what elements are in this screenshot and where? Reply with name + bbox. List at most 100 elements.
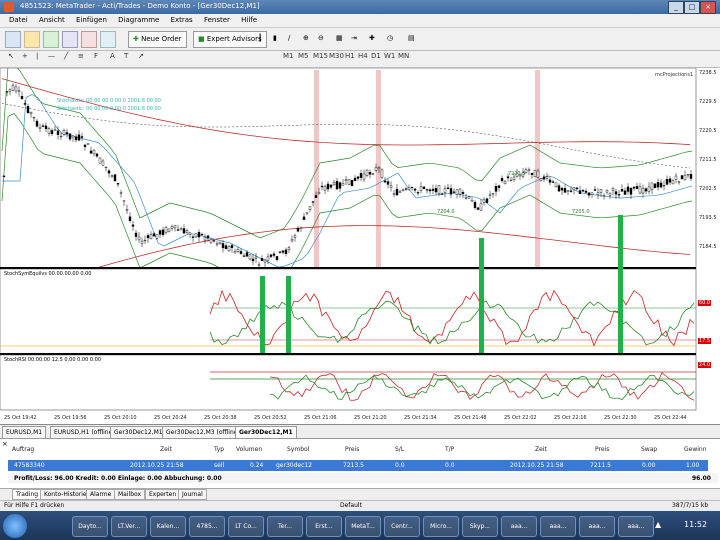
taskbar-item[interactable]: aaa... xyxy=(501,516,537,537)
start-button[interactable] xyxy=(3,514,27,538)
menu-charts[interactable]: Diagramme xyxy=(118,14,159,27)
new-order-button[interactable]: ✚ Neue Order xyxy=(128,31,187,48)
col-profit[interactable]: Gewinn xyxy=(684,446,707,453)
minimize-button[interactable]: _ xyxy=(668,1,684,14)
maximize-button[interactable]: □ xyxy=(684,1,700,14)
col-time2[interactable]: Zeit xyxy=(535,446,547,453)
fibonacci-icon[interactable]: F xyxy=(94,52,98,60)
arrow-icon[interactable]: ↗ xyxy=(138,52,144,60)
col-symbol[interactable]: Symbol xyxy=(287,446,309,453)
taskbar-item[interactable]: aaa... xyxy=(540,516,576,537)
tf-h1[interactable]: H1 xyxy=(345,52,355,60)
candle-body xyxy=(494,185,498,192)
menu-help[interactable]: Hilfe xyxy=(241,14,257,27)
time-axis-label: 25 Oct 22:16 xyxy=(554,415,587,421)
col-sl[interactable]: S/L xyxy=(395,446,404,453)
candle-body xyxy=(137,236,141,241)
terminal-icon[interactable] xyxy=(100,31,116,48)
taskbar-item[interactable]: Erst... xyxy=(306,516,342,537)
taskbar-item[interactable]: Centr... xyxy=(384,516,420,537)
candle-body xyxy=(293,235,297,238)
candle-body xyxy=(545,176,549,179)
taskbar-item[interactable]: LT Co... xyxy=(228,516,264,537)
menu-view[interactable]: Ansicht xyxy=(39,14,65,27)
taskbar-item[interactable]: MetaT... xyxy=(345,516,381,537)
tf-m5[interactable]: M5 xyxy=(298,52,309,60)
order-sl: 0.0 xyxy=(395,462,405,469)
crosshair-icon[interactable]: + xyxy=(22,52,28,60)
tf-h4[interactable]: H4 xyxy=(358,52,368,60)
taskbar-item[interactable]: Ter... xyxy=(267,516,303,537)
autoscroll-icon[interactable]: ⇥ xyxy=(351,31,363,46)
expert-advisors-button[interactable]: ■ Expert Advisors xyxy=(193,31,267,48)
tab-account-history[interactable]: Konto-Historie xyxy=(40,489,91,500)
close-button[interactable]: × xyxy=(700,1,716,14)
zoom-in-icon[interactable]: ⊕ xyxy=(303,31,315,46)
tile-icon[interactable]: ▦ xyxy=(336,31,348,46)
col-price2[interactable]: Preis xyxy=(595,446,609,453)
taskbar-item[interactable]: aaa... xyxy=(579,516,615,537)
tray-network-icon[interactable]: ▲ xyxy=(655,520,661,529)
tab-journal[interactable]: Journal xyxy=(178,489,207,500)
bar-chart-icon[interactable]: ┃ xyxy=(258,31,270,46)
data-window-icon[interactable] xyxy=(62,31,78,48)
market-watch-icon[interactable] xyxy=(43,31,59,48)
terminal-close-icon[interactable]: × xyxy=(2,440,8,448)
candle-body xyxy=(41,125,45,127)
taskbar-item[interactable]: Micro... xyxy=(423,516,459,537)
chart-window[interactable]: 7238.5 7229.5 7220.5 7211.5 7202.5 7193.5 7184… xyxy=(0,63,720,423)
cursor-icon[interactable]: ↖ xyxy=(8,52,14,60)
menu-tools[interactable]: Extras xyxy=(171,14,193,27)
balance-summary: Profit/Loss: 96.00 Kredit: 0.00 Einlage:… xyxy=(14,475,222,482)
tab-trading[interactable]: Trading xyxy=(12,489,43,500)
menu-insert[interactable]: Einfügen xyxy=(76,14,107,27)
candle-body xyxy=(455,189,459,195)
col-price[interactable]: Preis xyxy=(345,446,359,453)
text-icon[interactable]: A xyxy=(110,52,115,60)
col-order[interactable]: Auftrag xyxy=(12,446,34,453)
tab-alerts[interactable]: Alarme xyxy=(86,489,116,500)
taskbar-item[interactable]: LT.Ver... xyxy=(111,516,147,537)
periods-icon[interactable]: ◷ xyxy=(387,31,401,46)
menu-file[interactable]: Datei xyxy=(9,14,28,27)
order-price2: 7211.5 xyxy=(590,462,611,469)
taskbar-item[interactable]: 4785... xyxy=(189,516,225,537)
taskbar-clock[interactable]: 11:52 xyxy=(684,520,707,529)
taskbar-item[interactable]: Kalen... xyxy=(150,516,186,537)
vertical-line-icon[interactable]: | xyxy=(36,52,38,60)
navigator-icon[interactable] xyxy=(81,31,97,48)
line-chart-icon[interactable]: ∕ xyxy=(288,31,300,46)
candle-body xyxy=(653,183,657,189)
taskbar-item[interactable]: Skyp... xyxy=(462,516,498,537)
channel-icon[interactable]: ≡ xyxy=(78,52,84,60)
col-type[interactable]: Typ xyxy=(214,446,224,453)
label-icon[interactable]: T xyxy=(124,52,128,60)
col-tp[interactable]: T/P xyxy=(445,446,454,453)
taskbar-item[interactable]: Dayto... xyxy=(72,516,108,537)
profiles-icon[interactable] xyxy=(24,31,40,48)
horizontal-line-icon[interactable]: — xyxy=(48,52,55,60)
price-chart[interactable]: 7238.5 7229.5 7220.5 7211.5 7202.5 7193.5 7184… xyxy=(0,63,720,423)
tab-mailbox[interactable]: Mailbox xyxy=(114,489,146,500)
tf-m1[interactable]: M1 xyxy=(283,52,294,60)
col-volume[interactable]: Volumen xyxy=(236,446,262,453)
zoom-out-icon[interactable]: ⊖ xyxy=(318,31,330,46)
tab-experts[interactable]: Experten xyxy=(145,489,181,500)
tf-mn[interactable]: MN xyxy=(398,52,409,60)
tf-d1[interactable]: D1 xyxy=(371,52,381,60)
menu-window[interactable]: Fenster xyxy=(204,14,230,27)
col-swap[interactable]: Swap xyxy=(641,446,657,453)
candle-body xyxy=(656,182,660,188)
tf-m15[interactable]: M15 xyxy=(313,52,328,60)
templates-icon[interactable]: ▤ xyxy=(408,31,422,46)
col-time[interactable]: Zeit xyxy=(160,446,172,453)
trendline-icon[interactable]: ╱ xyxy=(64,52,68,60)
taskbar-item[interactable]: aaa... xyxy=(618,516,654,537)
indicators-icon[interactable]: ✚ xyxy=(369,31,383,46)
candle-body xyxy=(233,251,237,254)
order-price: 7213.5 xyxy=(343,462,364,469)
new-chart-icon[interactable] xyxy=(5,31,21,48)
candle-chart-icon[interactable]: ▮ xyxy=(273,31,285,46)
tf-m30[interactable]: M30 xyxy=(329,52,344,60)
tf-w1[interactable]: W1 xyxy=(384,52,395,60)
